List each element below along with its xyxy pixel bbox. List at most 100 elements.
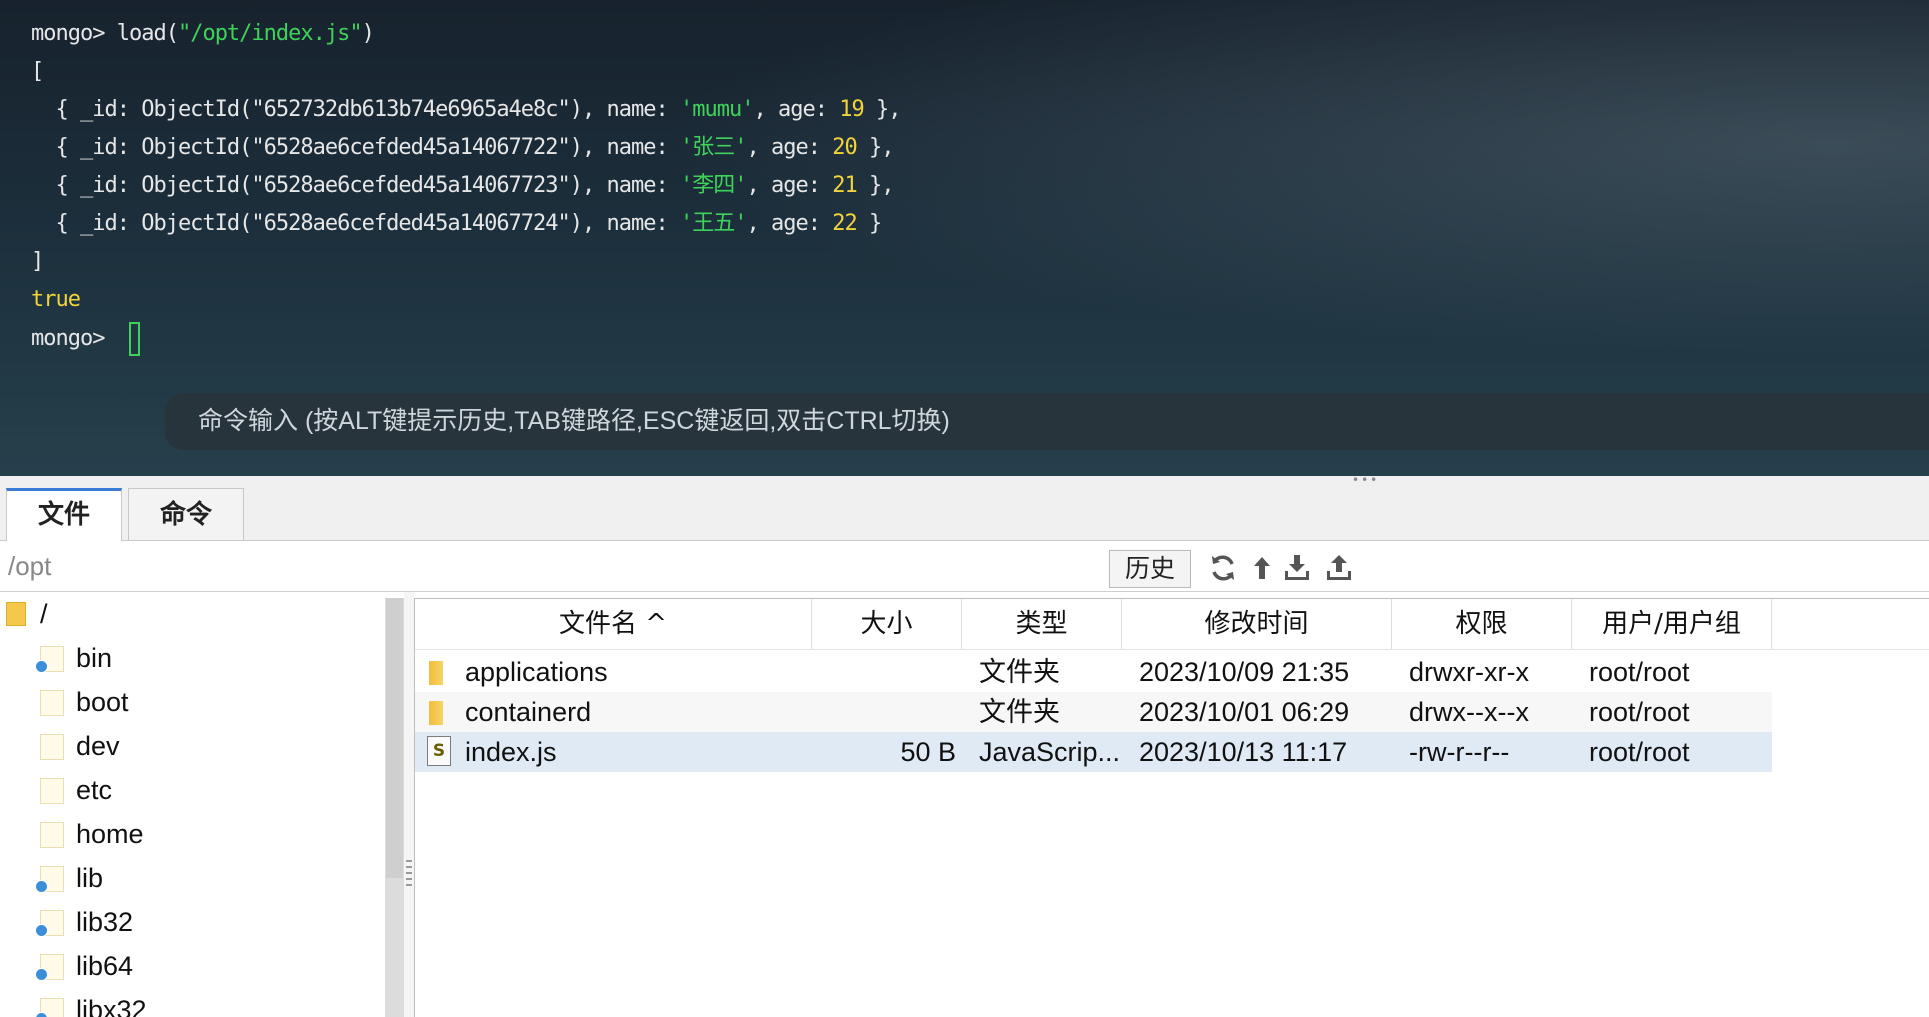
doc-age: 19 [839,97,864,122]
folder-link-icon [35,954,64,981]
folder-link-icon [35,998,64,1017]
tree-item-dev[interactable]: dev [40,727,370,765]
doc-text: } [856,211,882,236]
file-owner: root/root [1589,657,1690,687]
column-header-owner[interactable]: 用户/用户组 [1572,599,1772,649]
tree-item-libx32[interactable]: libx32 [35,991,370,1017]
table-row[interactable]: containerd 文件夹 2023/10/01 06:29 drwx--x-… [415,692,1772,732]
file-size [812,652,956,692]
doc-text: { _id: ObjectId("652732db613b74e6965a4e8… [31,97,680,122]
tree-scrollbar-thumb[interactable] [386,598,403,878]
tree-item-label: dev [76,731,120,761]
doc-age: 22 [832,211,857,236]
tree-item-label: etc [76,775,113,805]
file-name: index.js [465,737,557,767]
folder-link-icon [35,910,64,937]
js-file-icon: S [427,736,451,766]
history-button[interactable]: 历史 [1109,550,1191,588]
upload-icon[interactable] [1324,553,1354,583]
file-type: 文件夹 [979,697,1060,727]
tree-item-label: lib [76,863,104,893]
tree-item-lib32[interactable]: lib32 [35,903,370,941]
file-mtime: 2023/10/09 21:35 [1139,657,1350,687]
doc-name: '王五' [680,211,747,236]
tree-item-lib[interactable]: lib [35,859,370,897]
command-input-bar[interactable]: 命令输入 (按ALT键提示历史,TAB键路径,ESC键返回,双击CTRL切换) [165,393,1929,450]
doc-text: { _id: ObjectId("6528ae6cefded45a1406772… [31,135,680,160]
tree-item-home[interactable]: home [40,815,370,853]
path-input[interactable] [6,546,1100,586]
doc-text: , age: [746,173,833,198]
column-header-name[interactable]: 文件名 ^ [415,599,812,649]
terminal-output[interactable]: mongo> load("/opt/index.js") [ { _id: Ob… [0,0,1929,476]
file-name: containerd [465,697,592,727]
file-list[interactable]: 文件名 ^ 大小 类型 修改时间 权限 用户/用户组 applications … [414,598,1929,1017]
doc-name: '李四' [680,173,747,198]
tree-item-lib64[interactable]: lib64 [35,947,370,985]
pane-grip-icon[interactable] [406,860,412,890]
panel-splitter[interactable] [0,476,1929,484]
file-owner: root/root [1589,697,1690,727]
directory-tree[interactable]: / bin boot dev etc home lib lib32 lib64 … [0,592,385,1017]
file-permission: drwxr-xr-x [1409,657,1529,687]
column-header-mtime[interactable]: 修改时间 [1122,599,1392,649]
doc-text: , age: [746,211,833,236]
terminal-line: [ [31,59,44,84]
refresh-icon[interactable] [1208,553,1238,583]
tree-item-label: home [76,819,144,849]
doc-name: '张三' [680,135,747,160]
column-header-permission[interactable]: 权限 [1392,599,1572,649]
path-bar: 历史 [0,541,1929,592]
file-owner: root/root [1589,737,1690,767]
terminal-line: ] [31,249,44,274]
doc-text: }, [856,173,895,198]
column-header-type[interactable]: 类型 [962,599,1122,649]
table-row[interactable]: applications 文件夹 2023/10/09 21:35 drwxr-… [415,652,1772,692]
file-mtime: 2023/10/01 06:29 [1139,697,1350,727]
folder-icon [429,701,443,725]
tree-item-label: lib64 [76,951,134,981]
file-permission: drwx--x--x [1409,697,1529,727]
table-row[interactable]: S index.js 50 B JavaScrip... 2023/10/13 … [415,732,1772,772]
tab-files[interactable]: 文件 [6,488,122,541]
file-type: JavaScrip... [979,737,1119,767]
terminal-line: { _id: ObjectId("6528ae6cefded45a1406772… [31,169,895,203]
prompt: mongo> [31,326,117,351]
tree-item-label: lib32 [76,907,134,937]
tree-item-boot[interactable]: boot [40,683,370,721]
pane-separator[interactable] [404,592,414,1017]
doc-text: { _id: ObjectId("6528ae6cefded45a1406772… [31,173,680,198]
column-header-size[interactable]: 大小 [812,599,962,649]
terminal-line: mongo> [31,322,140,356]
doc-text: { _id: ObjectId("6528ae6cefded45a1406772… [31,211,680,236]
doc-age: 21 [832,173,857,198]
folder-icon [40,778,64,804]
parent-dir-icon[interactable] [1247,553,1277,583]
command-string: "/opt/index.js" [177,21,363,46]
folder-icon [40,734,64,760]
folder-icon [6,602,26,626]
file-size [812,692,956,732]
command-text: ) [361,21,375,46]
tab-commands[interactable]: 命令 [128,488,244,540]
prompt: mongo> [31,21,117,46]
command-text: load( [116,21,179,46]
file-size: 50 B [900,737,956,767]
terminal-line: { _id: ObjectId("652732db613b74e6965a4e8… [31,93,902,127]
folder-link-icon [35,646,64,673]
tree-item-label: bin [76,643,113,673]
tree-item-label: boot [76,687,129,717]
tree-item-root[interactable]: / [6,595,366,633]
splitter-grip-icon[interactable]: ••• [1352,474,1379,486]
doc-text: }, [863,97,902,122]
doc-name: 'mumu' [680,97,754,122]
tree-item-etc[interactable]: etc [40,771,370,809]
terminal-cursor [128,322,140,356]
doc-text: , age: [746,135,833,160]
file-permission: -rw-r--r-- [1409,737,1510,767]
tree-item-bin[interactable]: bin [35,639,370,677]
download-icon[interactable] [1282,553,1312,583]
tree-item-label: / [40,599,48,629]
folder-link-icon [35,866,64,893]
terminal-line: { _id: ObjectId("6528ae6cefded45a1406772… [31,131,894,165]
